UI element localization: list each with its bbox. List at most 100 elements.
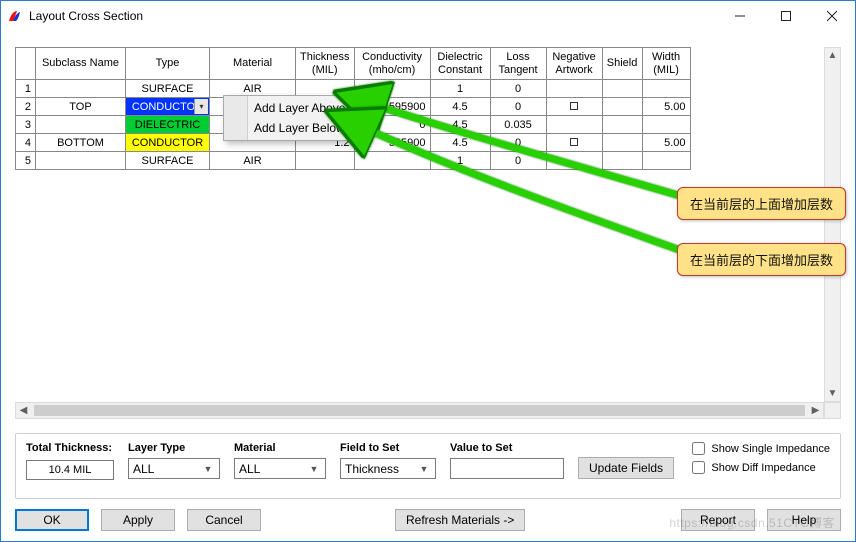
row-number[interactable]: 4 (16, 134, 36, 152)
cell-width[interactable] (642, 80, 690, 98)
maximize-button[interactable] (763, 1, 809, 31)
cell-subclass[interactable]: BOTTOM (36, 134, 126, 152)
scroll-right-icon[interactable]: ▶ (808, 403, 823, 418)
cell-subclass[interactable] (36, 152, 126, 170)
close-icon (827, 11, 837, 21)
scroll-thumb[interactable] (34, 405, 805, 416)
column-header[interactable]: Thickness(MIL) (296, 48, 355, 80)
cell-negative-artwork[interactable] (546, 80, 602, 98)
cell-type[interactable]: SURFACE (126, 80, 210, 98)
dialog-buttons: OK Apply Cancel Refresh Materials -> Rep… (15, 509, 841, 531)
update-fields-button[interactable]: Update Fields (578, 457, 674, 479)
cell-shield[interactable] (602, 98, 642, 116)
cell-width[interactable] (642, 152, 690, 170)
cell-loss-tangent[interactable]: 0 (490, 80, 546, 98)
cell-width[interactable]: 5.00 (642, 134, 690, 152)
cell-width[interactable] (642, 116, 690, 134)
cell-shield[interactable] (602, 134, 642, 152)
layer-type-value: ALL (133, 462, 154, 476)
minimize-button[interactable] (717, 1, 763, 31)
column-header[interactable]: Width(MIL) (642, 48, 690, 80)
cell-type[interactable]: CONDUCTOR (126, 134, 210, 152)
scroll-left-icon[interactable]: ◀ (16, 403, 31, 418)
cell-loss-tangent[interactable]: 0.035 (490, 116, 546, 134)
value-to-set-group: Value to Set (450, 442, 564, 479)
cell-conductivity[interactable] (354, 152, 430, 170)
close-button[interactable] (809, 1, 855, 31)
cell-dielectric[interactable]: 4.5 (430, 134, 490, 152)
column-header[interactable]: Material (210, 48, 296, 80)
material-label: Material (234, 442, 326, 454)
column-header[interactable]: Type (126, 48, 210, 80)
apply-button[interactable]: Apply (101, 509, 175, 531)
window-root: Layout Cross Section Subclass NameTypeMa… (0, 0, 856, 542)
stackup-table-wrap: Subclass NameTypeMaterialThickness(MIL)C… (15, 47, 824, 402)
cell-subclass[interactable]: TOP (36, 98, 126, 116)
titlebar: Layout Cross Section (1, 1, 855, 31)
row-number[interactable]: 1 (16, 80, 36, 98)
ok-button[interactable]: OK (15, 509, 89, 531)
cell-subclass[interactable] (36, 80, 126, 98)
cell-subclass[interactable] (36, 116, 126, 134)
column-header[interactable]: Conductivity(mho/cm) (354, 48, 430, 80)
total-thickness-label: Total Thickness: (26, 442, 114, 454)
header-corner (16, 48, 36, 80)
cell-negative-artwork[interactable] (546, 98, 602, 116)
column-header[interactable]: Subclass Name (36, 48, 126, 80)
cell-dielectric[interactable]: 1 (430, 80, 490, 98)
client-area: Subclass NameTypeMaterialThickness(MIL)C… (1, 31, 855, 541)
update-group: Update Fields (578, 442, 674, 479)
row-number[interactable]: 2 (16, 98, 36, 116)
help-button[interactable]: Help (767, 509, 841, 531)
material-select[interactable]: ALL ▼ (234, 458, 326, 479)
column-header[interactable]: Shield (602, 48, 642, 80)
cell-loss-tangent[interactable]: 0 (490, 152, 546, 170)
show-diff-impedance-checkbox[interactable] (692, 461, 705, 474)
column-header[interactable]: NegativeArtwork (546, 48, 602, 80)
cell-negative-artwork[interactable] (546, 116, 602, 134)
scroll-up-icon[interactable]: ▲ (825, 48, 840, 63)
cell-shield[interactable] (602, 152, 642, 170)
report-button[interactable]: Report (681, 509, 755, 531)
horizontal-scrollbar[interactable]: ◀ ▶ (15, 402, 824, 419)
cell-material[interactable]: AIR (210, 152, 296, 170)
cell-shield[interactable] (602, 116, 642, 134)
cell-type[interactable]: SURFACE (126, 152, 210, 170)
cell-loss-tangent[interactable]: 0 (490, 98, 546, 116)
maximize-icon (781, 11, 791, 21)
vertical-scrollbar[interactable]: ▲ ▼ (824, 47, 841, 402)
table-row[interactable]: 5 SURFACEAIR 10 (16, 152, 691, 170)
scroll-corner (824, 402, 841, 419)
refresh-materials-button[interactable]: Refresh Materials -> (395, 509, 525, 531)
impedance-checks: Show Single Impedance Show Diff Impedanc… (692, 442, 830, 474)
cell-thickness[interactable] (296, 152, 355, 170)
cell-dielectric[interactable]: 4.5 (430, 116, 490, 134)
chevron-down-icon: ▼ (306, 459, 322, 478)
cell-shield[interactable] (602, 80, 642, 98)
cell-dielectric[interactable]: 4.5 (430, 98, 490, 116)
value-input[interactable] (450, 458, 564, 479)
callout-add-above: 在当前层的上面增加层数 (677, 187, 846, 220)
layer-type-select[interactable]: ALL ▼ (128, 458, 220, 479)
show-single-impedance[interactable]: Show Single Impedance (692, 442, 830, 455)
column-header[interactable]: LossTangent (490, 48, 546, 80)
column-header[interactable]: DielectricConstant (430, 48, 490, 80)
dropdown-icon[interactable]: ▾ (194, 99, 208, 114)
menu-add-layer-above[interactable]: Add Layer Above (226, 98, 366, 118)
row-number[interactable]: 5 (16, 152, 36, 170)
field-select[interactable]: Thickness ▼ (340, 458, 436, 479)
cell-type[interactable]: CONDUCTOR▾ (126, 98, 210, 116)
cell-negative-artwork[interactable] (546, 134, 602, 152)
cell-width[interactable]: 5.00 (642, 98, 690, 116)
show-single-impedance-checkbox[interactable] (692, 442, 705, 455)
cell-loss-tangent[interactable]: 0 (490, 134, 546, 152)
menu-add-layer-below[interactable]: Add Layer Below (226, 118, 366, 138)
show-diff-impedance[interactable]: Show Diff Impedance (692, 461, 830, 474)
cell-type[interactable]: DIELECTRIC (126, 116, 210, 134)
row-number[interactable]: 3 (16, 116, 36, 134)
scroll-down-icon[interactable]: ▼ (825, 386, 840, 401)
cell-dielectric[interactable]: 1 (430, 152, 490, 170)
cancel-button[interactable]: Cancel (187, 509, 261, 531)
context-menu[interactable]: Add Layer Above Add Layer Below (223, 95, 369, 141)
cell-negative-artwork[interactable] (546, 152, 602, 170)
